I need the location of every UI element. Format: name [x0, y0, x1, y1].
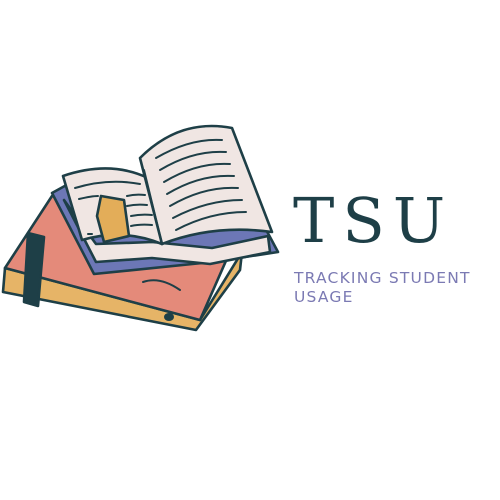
- tagline-line-1: TRACKING STUDENT: [294, 269, 471, 287]
- brand-wordmark: TSU: [293, 184, 454, 257]
- brand-tagline: TRACKING STUDENT USAGE: [294, 269, 494, 307]
- tagline-line-2: USAGE: [294, 288, 354, 306]
